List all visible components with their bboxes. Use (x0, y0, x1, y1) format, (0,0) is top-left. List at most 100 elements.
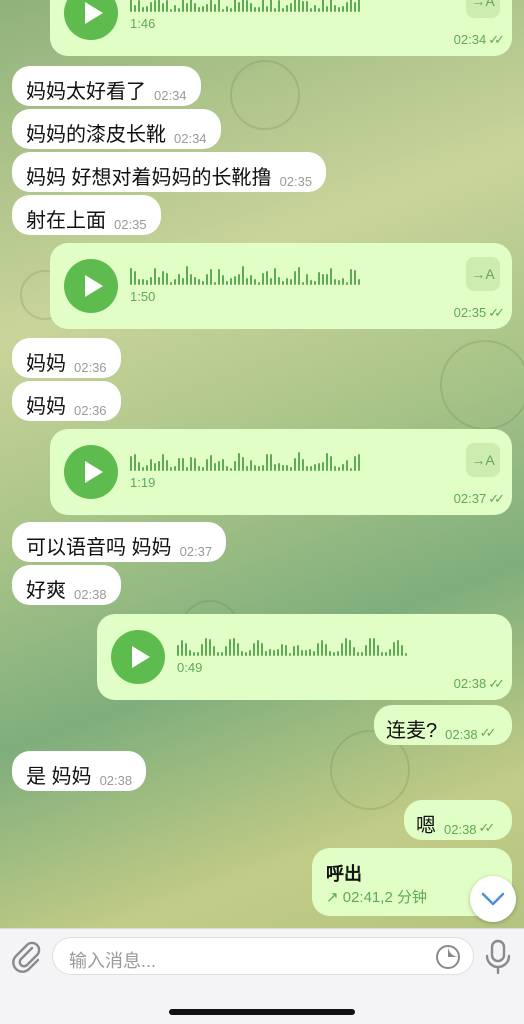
waveform-bar (197, 651, 199, 656)
waveform[interactable] (130, 451, 360, 471)
outgoing-message[interactable]: 连麦? 02:38 ✓✓ (374, 705, 512, 745)
waveform-bar (174, 5, 176, 12)
waveform-bar (170, 467, 172, 471)
voice-message-outgoing[interactable]: 1:46 →A 02:34 ✓✓ (50, 0, 512, 56)
scroll-down-button[interactable] (470, 876, 516, 922)
waveform-bar (317, 643, 319, 656)
play-button[interactable] (64, 0, 118, 40)
waveform-bar (265, 651, 267, 656)
waveform-bar (346, 281, 348, 285)
waveform-bar (238, 274, 240, 285)
waveform-bar (214, 4, 216, 12)
waveform-bar (209, 638, 211, 656)
waveform-bar (166, 273, 168, 285)
waveform[interactable] (177, 636, 407, 656)
waveform-bar (361, 651, 363, 656)
waveform-bar (298, 267, 300, 285)
microphone-icon[interactable] (484, 939, 512, 975)
voice-message-outgoing[interactable]: 1:19 →A 02:37 ✓✓ (50, 429, 512, 515)
waveform-bar (294, 271, 296, 285)
message-text: 妈妈 好想对着妈妈的长靴撸 (26, 167, 272, 189)
incoming-message[interactable]: 射在上面 02:35 (12, 195, 161, 235)
outgoing-message[interactable]: 嗯 02:38 ✓✓ (404, 800, 512, 840)
read-ticks-icon: ✓✓ (488, 676, 505, 691)
waveform-bar (150, 2, 152, 12)
incoming-message[interactable]: 妈妈 好想对着妈妈的长靴撸 02:35 (12, 152, 327, 192)
waveform-bar (253, 642, 255, 656)
voice-message-outgoing[interactable]: 0:49 02:38 ✓✓ (97, 614, 512, 700)
attach-icon[interactable] (10, 939, 42, 973)
transcribe-button[interactable]: →A (466, 0, 500, 18)
transcribe-button[interactable]: →A (466, 443, 500, 477)
incoming-message[interactable]: 妈妈的漆皮长靴 02:34 (12, 109, 221, 149)
waveform-bar (266, 6, 268, 12)
waveform-bar (230, 467, 232, 471)
sticker-icon[interactable] (435, 944, 461, 970)
waveform-bar (174, 278, 176, 285)
waveform-bar (278, 463, 280, 471)
voice-duration: 0:49 (177, 660, 203, 675)
wallpaper-doodle (230, 60, 300, 130)
message-time: 02:36 (74, 360, 107, 375)
waveform-bar (246, 466, 248, 471)
waveform-bar (134, 453, 136, 471)
waveform-bar (194, 276, 196, 285)
waveform-bar (210, 268, 212, 285)
waveform-bar (250, 460, 252, 471)
transcribe-button[interactable]: →A (466, 257, 500, 291)
incoming-message[interactable]: 是 妈妈 02:38 (12, 751, 147, 791)
chevron-down-icon (481, 892, 505, 906)
waveform-bar (162, 3, 164, 12)
waveform-bar (158, 0, 160, 12)
waveform-bar (217, 651, 219, 656)
waveform-bar (250, 2, 252, 12)
waveform-bar (329, 650, 331, 656)
message-text: 好爽 (26, 580, 66, 602)
waveform-bar (238, 2, 240, 12)
incoming-message[interactable]: 可以语音吗 妈妈 02:37 (12, 522, 227, 562)
waveform-bar (346, 460, 348, 471)
message-text: 妈妈太好看了 (26, 81, 146, 103)
play-button[interactable] (111, 630, 165, 684)
waveform-bar (357, 652, 359, 656)
waveform-bar (373, 638, 375, 656)
waveform-bar (249, 650, 251, 656)
waveform-bar (190, 274, 192, 285)
waveform-bar (274, 464, 276, 471)
waveform-bar (346, 1, 348, 12)
waveform-bar (298, 0, 300, 12)
waveform-bar (350, 268, 352, 285)
waveform-bar (334, 279, 336, 285)
waveform-bar (250, 275, 252, 285)
incoming-message[interactable]: 妈妈太好看了 02:34 (12, 66, 201, 106)
waveform-bar (322, 0, 324, 12)
incoming-message[interactable]: 妈妈 02:36 (12, 338, 121, 378)
waveform-bar (134, 271, 136, 285)
waveform-bar (306, 0, 308, 12)
play-button[interactable] (64, 259, 118, 313)
waveform-bar (225, 646, 227, 656)
message-input[interactable]: 输入消息... (52, 937, 474, 975)
waveform-bar (130, 267, 132, 285)
chat-area[interactable]: 1:46 →A 02:34 ✓✓ 妈妈太好看了 02:34 妈妈的漆皮长靴 02:34… (0, 0, 524, 928)
waveform[interactable] (130, 0, 360, 12)
waveform-bar (226, 281, 228, 285)
incoming-message[interactable]: 妈妈 02:36 (12, 381, 121, 421)
waveform-bar (186, 266, 188, 285)
waveform-bar (282, 280, 284, 285)
call-title: 呼出 (326, 864, 362, 884)
waveform-bar (162, 454, 164, 471)
waveform-bar (226, 5, 228, 12)
waveform-bar (213, 645, 215, 656)
waveform-bar (282, 465, 284, 471)
play-button[interactable] (64, 445, 118, 499)
incoming-message[interactable]: 好爽 02:38 (12, 565, 121, 605)
waveform-bar (314, 4, 316, 12)
waveform-bar (393, 642, 395, 656)
waveform-bar (354, 269, 356, 285)
waveform-bar (318, 463, 320, 471)
waveform-bar (194, 458, 196, 471)
waveform[interactable] (130, 265, 360, 285)
message-time: 02:38 (74, 587, 107, 602)
voice-message-outgoing[interactable]: 1:50 →A 02:35 ✓✓ (50, 243, 512, 329)
